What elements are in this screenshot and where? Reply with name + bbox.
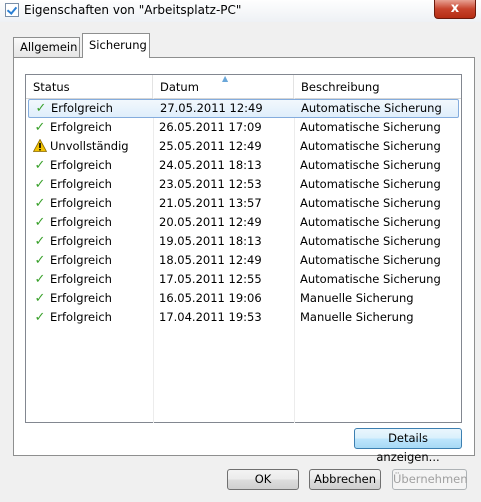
status-cell: ✓ Erfolgreich bbox=[33, 289, 153, 308]
column-header-status[interactable]: Status bbox=[26, 75, 153, 98]
apply-button[interactable]: Übernehmen bbox=[392, 469, 468, 490]
check-icon: ✓ bbox=[34, 310, 46, 325]
list-item[interactable]: ✓ Erfolgreich 20.05.2011 12:49 Automatische… bbox=[26, 213, 461, 232]
check-icon: ✓ bbox=[34, 272, 46, 287]
properties-dialog: Eigenschaften von "Arbeitsplatz-PC" x Al… bbox=[0, 0, 481, 502]
description-cell: Automatische Sicherung bbox=[300, 177, 441, 191]
description-cell: Automatische Sicherung bbox=[300, 253, 441, 267]
date-cell: 25.05.2011 12:49 bbox=[159, 139, 262, 153]
status-cell: Unvollständig bbox=[32, 137, 153, 156]
date-cell: 24.05.2011 18:13 bbox=[159, 158, 262, 172]
close-button[interactable]: x bbox=[434, 0, 476, 19]
description-cell: Automatische Sicherung bbox=[300, 234, 441, 248]
status-cell: ✓ Erfolgreich bbox=[33, 251, 153, 270]
status-cell: ✓ Erfolgreich bbox=[33, 194, 153, 213]
date-cell: 19.05.2011 18:13 bbox=[159, 234, 262, 248]
tab-panel: Status Datum Beschreibung ▲ ✓ Erfolgreich… bbox=[13, 57, 475, 464]
list-header: Status Datum Beschreibung ▲ bbox=[26, 75, 461, 99]
status-cell: ✓ Erfolgreich bbox=[33, 270, 153, 289]
description-cell: Manuelle Sicherung bbox=[300, 291, 414, 305]
description-cell: Automatische Sicherung bbox=[300, 215, 441, 229]
list-item[interactable]: ✓ Erfolgreich 17.05.2011 12:55 Automatische… bbox=[26, 270, 461, 289]
check-icon: ✓ bbox=[34, 158, 46, 173]
window-icon bbox=[5, 3, 19, 17]
tab-allgemein[interactable]: Allgemein bbox=[13, 37, 80, 57]
description-cell: Automatische Sicherung bbox=[300, 158, 441, 172]
date-cell: 21.05.2011 13:57 bbox=[159, 196, 262, 210]
date-cell: 17.05.2011 12:55 bbox=[159, 272, 262, 286]
status-text: Erfolgreich bbox=[50, 310, 112, 324]
status-text: Erfolgreich bbox=[50, 120, 112, 134]
date-cell: 18.05.2011 12:49 bbox=[159, 253, 262, 267]
status-text: Erfolgreich bbox=[50, 215, 112, 229]
list-rows: ✓ Erfolgreich 27.05.2011 12:49 Automatische… bbox=[26, 99, 461, 327]
details-button[interactable]: Details anzeigen... bbox=[354, 428, 462, 464]
column-header-beschreibung[interactable]: Beschreibung bbox=[294, 75, 461, 98]
status-cell: ✓ Erfolgreich bbox=[33, 156, 153, 175]
sort-ascending-icon: ▲ bbox=[222, 74, 229, 83]
list-item[interactable]: ✓ Erfolgreich 21.05.2011 13:57 Automatische… bbox=[26, 194, 461, 213]
status-cell: ✓ Erfolgreich bbox=[33, 308, 153, 327]
list-item[interactable]: ✓ Erfolgreich 19.05.2011 18:13 Automatische… bbox=[26, 232, 461, 251]
status-text: Erfolgreich bbox=[50, 196, 112, 210]
list-item[interactable]: ✓ Erfolgreich 27.05.2011 12:49 Automatische… bbox=[28, 99, 459, 118]
date-cell: 20.05.2011 12:49 bbox=[159, 215, 262, 229]
check-icon: ✓ bbox=[34, 215, 46, 230]
description-cell: Automatische Sicherung bbox=[300, 272, 441, 286]
ok-button[interactable]: OK bbox=[227, 469, 299, 490]
check-icon: ✓ bbox=[34, 177, 46, 192]
window-title: Eigenschaften von "Arbeitsplatz-PC" bbox=[24, 3, 242, 17]
check-icon: ✓ bbox=[34, 234, 46, 249]
status-text: Erfolgreich bbox=[50, 272, 112, 286]
status-cell: ✓ Erfolgreich bbox=[33, 118, 153, 137]
list-item[interactable]: ✓ Erfolgreich 23.05.2011 12:53 Automatische… bbox=[26, 175, 461, 194]
description-cell: Manuelle Sicherung bbox=[300, 310, 414, 324]
warning-icon bbox=[32, 137, 48, 156]
status-text: Erfolgreich bbox=[50, 291, 112, 305]
date-cell: 17.04.2011 19:53 bbox=[159, 310, 262, 324]
date-cell: 27.05.2011 12:49 bbox=[160, 101, 263, 115]
status-cell: ✓ Erfolgreich bbox=[33, 175, 153, 194]
date-cell: 16.05.2011 19:06 bbox=[159, 291, 262, 305]
list-item[interactable]: ✓ Erfolgreich 18.05.2011 12:49 Automatische… bbox=[26, 251, 461, 270]
date-cell: 26.05.2011 17:09 bbox=[159, 120, 262, 134]
status-text: Erfolgreich bbox=[50, 234, 112, 248]
status-text: Erfolgreich bbox=[51, 101, 113, 115]
backup-list[interactable]: Status Datum Beschreibung ▲ ✓ Erfolgreich… bbox=[25, 74, 462, 423]
list-item[interactable]: ✓ Erfolgreich 17.04.2011 19:53 Manuelle Sic… bbox=[26, 308, 461, 327]
list-item[interactable]: ✓ Erfolgreich 26.05.2011 17:09 Automatische… bbox=[26, 118, 461, 137]
description-cell: Automatische Sicherung bbox=[300, 139, 441, 153]
status-cell: ✓ Erfolgreich bbox=[33, 213, 153, 232]
check-icon: ✓ bbox=[34, 196, 46, 211]
status-text: Erfolgreich bbox=[50, 253, 112, 267]
list-item[interactable]: Unvollständig 25.05.2011 12:49 Automatisch… bbox=[26, 137, 461, 156]
status-text: Erfolgreich bbox=[50, 158, 112, 172]
close-icon: x bbox=[450, 1, 460, 16]
check-icon: ✓ bbox=[34, 253, 46, 268]
status-cell: ✓ Erfolgreich bbox=[34, 100, 154, 117]
check-icon: ✓ bbox=[34, 120, 46, 135]
check-icon: ✓ bbox=[35, 101, 47, 116]
description-cell: Automatische Sicherung bbox=[301, 101, 442, 115]
status-text: Unvollständig bbox=[50, 139, 129, 153]
status-text: Erfolgreich bbox=[50, 177, 112, 191]
date-cell: 23.05.2011 12:53 bbox=[159, 177, 262, 191]
list-item[interactable]: ✓ Erfolgreich 24.05.2011 18:13 Automatische… bbox=[26, 156, 461, 175]
description-cell: Automatische Sicherung bbox=[300, 196, 441, 210]
title-bar[interactable]: Eigenschaften von "Arbeitsplatz-PC" x bbox=[0, 0, 481, 22]
description-cell: Automatische Sicherung bbox=[300, 120, 441, 134]
list-item[interactable]: ✓ Erfolgreich 16.05.2011 19:06 Manuelle Sic… bbox=[26, 289, 461, 308]
status-cell: ✓ Erfolgreich bbox=[33, 232, 153, 251]
tab-sicherung[interactable]: Sicherung bbox=[82, 33, 150, 58]
check-icon: ✓ bbox=[34, 291, 46, 306]
cancel-button[interactable]: Abbrechen bbox=[309, 469, 381, 490]
